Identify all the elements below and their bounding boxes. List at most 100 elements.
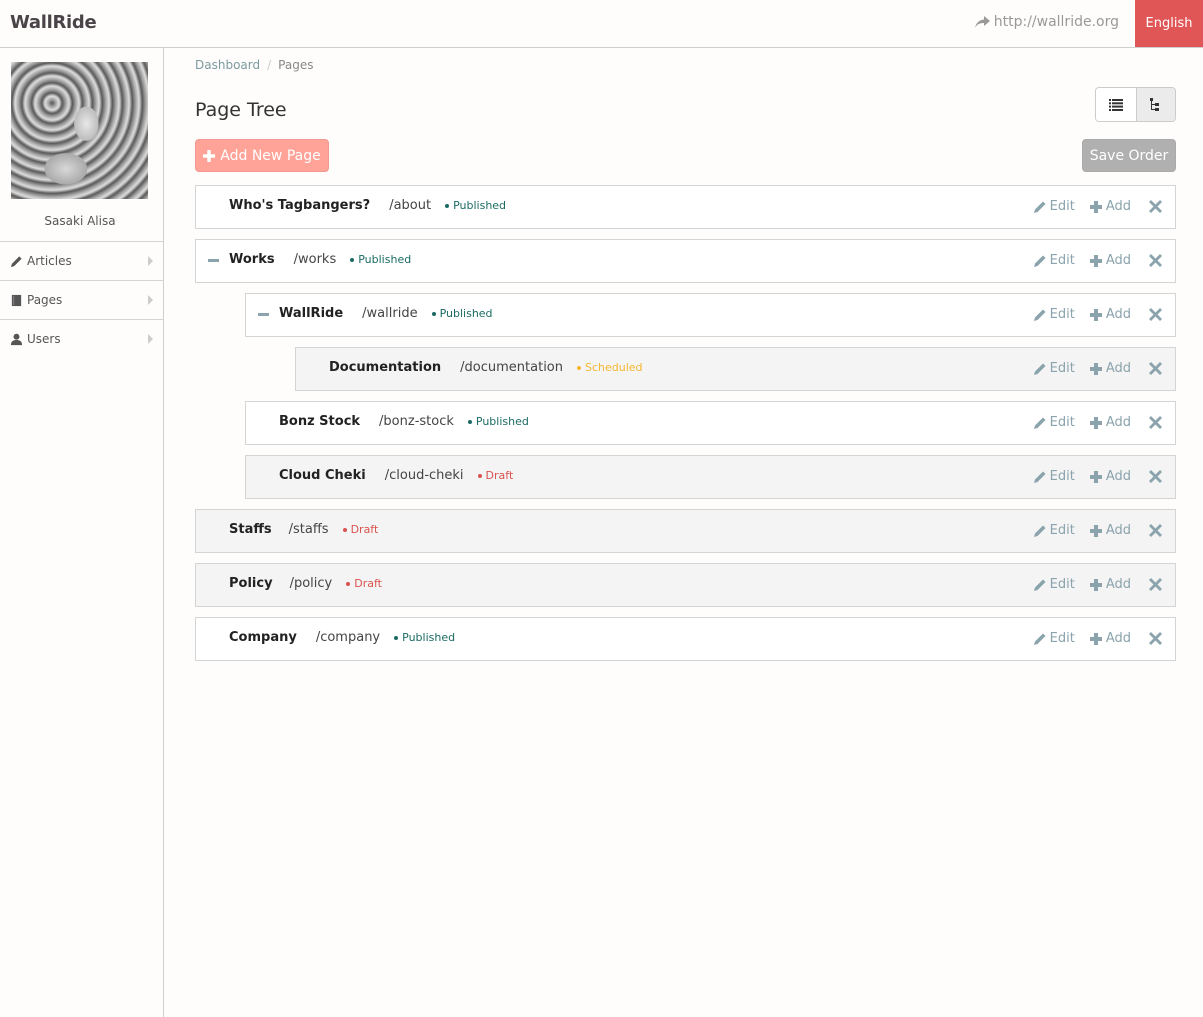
add-label: Add [1105, 577, 1131, 592]
delete-button[interactable] [1149, 523, 1163, 538]
edit-label: Edit [1049, 415, 1075, 430]
page-tree-row[interactable]: Company/company Published Edit Add [195, 617, 1176, 661]
page-tree-row[interactable]: Works/works Published Edit Add [195, 239, 1176, 283]
close-icon [1149, 577, 1162, 591]
add-child-button[interactable]: Add [1089, 361, 1131, 376]
pencil-icon [1033, 471, 1046, 483]
page-tree-row[interactable]: Bonz Stock/bonz-stock Published Edit Add [245, 401, 1176, 445]
delete-button[interactable] [1149, 253, 1163, 268]
edit-label: Edit [1049, 577, 1075, 592]
page-info: WallRide/wallride Published [279, 306, 493, 321]
close-icon [1149, 361, 1162, 375]
edit-button[interactable]: Edit [1033, 577, 1075, 592]
sidebar-item-users[interactable]: Users [0, 319, 163, 358]
pencil-icon [1033, 255, 1046, 267]
add-label: Add [1105, 307, 1131, 322]
delete-button[interactable] [1149, 199, 1163, 214]
delete-button[interactable] [1149, 631, 1163, 646]
add-new-page-button[interactable]: Add New Page [195, 139, 329, 172]
tree-view-button[interactable] [1135, 88, 1175, 121]
page-title-text[interactable]: Who's Tagbangers? [229, 198, 370, 213]
collapse-icon[interactable] [208, 259, 219, 262]
add-label: Add [1105, 523, 1131, 538]
add-child-button[interactable]: Add [1089, 199, 1131, 214]
edit-button[interactable]: Edit [1033, 523, 1075, 538]
plus-icon [1089, 362, 1102, 375]
edit-button[interactable]: Edit [1033, 469, 1075, 484]
plus-icon [1089, 308, 1102, 321]
row-actions: Edit Add [1033, 523, 1165, 538]
status-dot-icon [445, 203, 450, 208]
edit-label: Edit [1049, 253, 1075, 268]
status-badge: Draft [342, 523, 379, 536]
add-child-button[interactable]: Add [1089, 307, 1131, 322]
edit-button[interactable]: Edit [1033, 253, 1075, 268]
add-child-button[interactable]: Add [1089, 469, 1131, 484]
edit-button[interactable]: Edit [1033, 199, 1075, 214]
status-text: Scheduled [585, 361, 643, 374]
add-child-button[interactable]: Add [1089, 523, 1131, 538]
row-actions: Edit Add [1033, 631, 1165, 646]
add-child-button[interactable]: Add [1089, 253, 1131, 268]
page-title-text[interactable]: Documentation [329, 360, 441, 375]
page-tree-row[interactable]: Documentation/documentation Scheduled Edit… [295, 347, 1176, 391]
page-title-text[interactable]: Bonz Stock [279, 414, 360, 429]
brand-logo[interactable]: WallRide [10, 12, 97, 33]
edit-button[interactable]: Edit [1033, 631, 1075, 646]
row-actions: Edit Add [1033, 469, 1165, 484]
page-title-text[interactable]: Works [229, 252, 275, 267]
page-tree-row[interactable]: Staffs/staffs Draft Edit Add [195, 509, 1176, 553]
edit-button[interactable]: Edit [1033, 361, 1075, 376]
site-link-text: http://wallride.org [993, 14, 1119, 30]
add-child-button[interactable]: Add [1089, 577, 1131, 592]
top-navbar: WallRide http://wallride.org English [0, 0, 1203, 48]
add-child-button[interactable]: Add [1089, 415, 1131, 430]
page-tree-row[interactable]: Cloud Cheki/cloud-cheki Draft Edit Add [245, 455, 1176, 499]
plus-icon [1089, 200, 1102, 213]
delete-button[interactable] [1149, 361, 1163, 376]
row-actions: Edit Add [1033, 307, 1165, 322]
status-text: Draft [350, 523, 379, 536]
close-icon [1149, 469, 1162, 483]
pencil-icon [1033, 579, 1046, 591]
breadcrumb-dashboard[interactable]: Dashboard [195, 58, 260, 72]
page-info: Bonz Stock/bonz-stock Published [279, 414, 529, 429]
edit-button[interactable]: Edit [1033, 307, 1075, 322]
delete-button[interactable] [1149, 415, 1163, 430]
page-title-text[interactable]: WallRide [279, 306, 343, 321]
close-icon [1149, 307, 1162, 321]
edit-button[interactable]: Edit [1033, 415, 1075, 430]
pencil-icon [1033, 201, 1046, 213]
caret-right-icon [148, 256, 153, 266]
sidebar-item-articles[interactable]: Articles [0, 241, 163, 280]
sidebar-item-label: Users [27, 332, 61, 346]
language-button[interactable]: English [1135, 0, 1203, 47]
page-title-text[interactable]: Cloud Cheki [279, 468, 366, 483]
save-order-button[interactable]: Save Order [1082, 139, 1176, 172]
add-label: Add [1105, 415, 1131, 430]
page-title-text[interactable]: Company [229, 630, 297, 645]
status-text: Draft [485, 469, 514, 482]
page-title-text[interactable]: Policy [229, 576, 273, 591]
status-badge: Draft [477, 469, 514, 482]
page-tree-row[interactable]: Policy/policy Draft Edit Add [195, 563, 1176, 607]
collapse-icon[interactable] [258, 313, 269, 316]
status-badge: Scheduled [577, 361, 643, 374]
delete-button[interactable] [1149, 577, 1163, 592]
page-tree-row[interactable]: Who's Tagbangers? /about Published Edit Add [195, 185, 1176, 229]
page-slug: /staffs [288, 522, 329, 537]
edit-label: Edit [1049, 523, 1075, 538]
page-info: Who's Tagbangers? /about Published [229, 198, 506, 213]
add-child-button[interactable]: Add [1089, 631, 1131, 646]
page-tree-row[interactable]: WallRide/wallride Published Edit Add [245, 293, 1176, 337]
site-link[interactable]: http://wallride.org [974, 14, 1119, 30]
status-text: Published [358, 253, 412, 266]
delete-button[interactable] [1149, 469, 1163, 484]
sidebar-item-pages[interactable]: Pages [0, 280, 163, 319]
breadcrumb: Dashboard / Pages [195, 58, 313, 72]
list-view-button[interactable] [1096, 88, 1136, 121]
pencil-icon [1033, 309, 1046, 321]
delete-button[interactable] [1149, 307, 1163, 322]
page-info: Documentation/documentation Scheduled [329, 360, 643, 375]
page-title-text[interactable]: Staffs [229, 522, 272, 537]
